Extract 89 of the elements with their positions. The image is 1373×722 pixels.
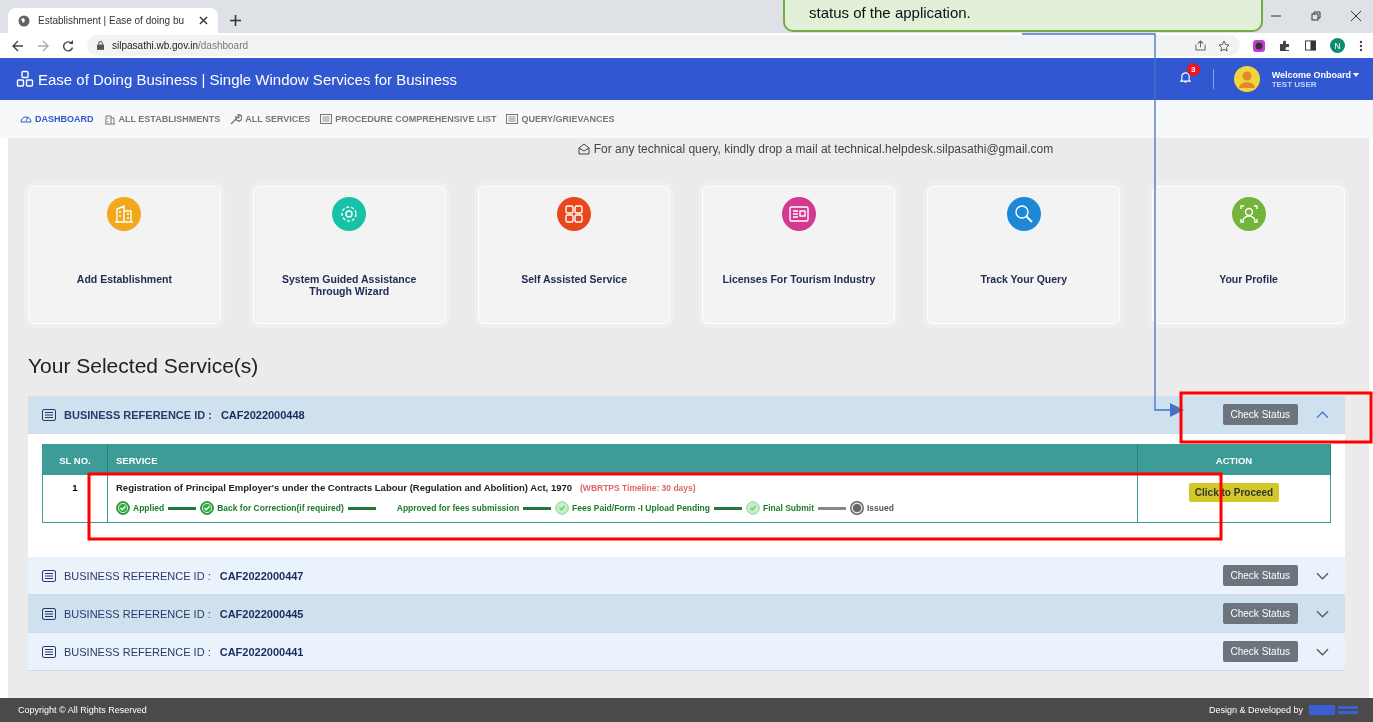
- step-label: Issued: [867, 503, 894, 513]
- reference-id: CAF2022000445: [219, 607, 304, 620]
- accordion-header[interactable]: BUSINESS REFERENCE ID : CAF2022000448 Check Status: [28, 396, 1345, 434]
- notice-text: For any technical query, kindly drop a mail at technical.helpdesk.silpasathi@gmail.com: [593, 142, 1054, 156]
- logo-icon: [16, 70, 34, 88]
- progress-connector: [818, 506, 846, 510]
- accordion-header[interactable]: BUSINESS REFERENCE ID : CAF2022000445 Check Status: [28, 595, 1345, 633]
- close-icon[interactable]: [1351, 11, 1361, 21]
- globe-icon: [18, 14, 30, 27]
- extension-icon[interactable]: [1253, 39, 1265, 52]
- callout-text: status of the application.: [809, 4, 971, 21]
- restore-icon[interactable]: [1311, 11, 1321, 21]
- star-icon[interactable]: [1218, 39, 1230, 52]
- reference-id: CAF2022000448: [220, 408, 305, 421]
- step-label: Applied: [133, 503, 165, 513]
- reference-id: CAF2022000447: [219, 569, 304, 582]
- step-label: Back for Correction(if required): [217, 503, 344, 513]
- check-circle-icon: [116, 501, 130, 515]
- user-name: TEST USER: [1271, 79, 1318, 89]
- step-label: Fees Paid/Form -I Upload Pending: [572, 503, 710, 513]
- nav-link[interactable]: ALL SERVICES: [230, 113, 311, 125]
- reload-icon[interactable]: [62, 39, 74, 52]
- reference-id: CAF2022000441: [219, 645, 304, 658]
- pending-circle-icon: [850, 501, 864, 515]
- progress-connector: [347, 506, 376, 510]
- developer-logo-icon: [1309, 704, 1359, 716]
- timeline-note: (WBRTPS Timeline: 30 days): [580, 482, 696, 493]
- service-name: Registration of Principal Employer's under the Contracts Labour (Regulation and Abolition) Act, 1970: [116, 482, 573, 493]
- check-status-button[interactable]: Check Status: [1222, 565, 1298, 586]
- column-header: SL NO.: [42, 444, 108, 475]
- nav-link[interactable]: PROCEDURE COMPREHENSIVE LIST: [320, 113, 497, 125]
- progress-connector: [523, 506, 552, 510]
- check-status-button[interactable]: Check Status: [1222, 603, 1298, 624]
- address-field[interactable]: silpasathi.wb.gov.in/dashboard: [87, 35, 1240, 56]
- menu-icon[interactable]: [1359, 39, 1363, 52]
- serial-number: 1: [72, 482, 78, 493]
- chevron-icon[interactable]: [1316, 647, 1329, 656]
- reference-label: BUSINESS REFERENCE ID :: [64, 569, 211, 582]
- progress-connector: [714, 506, 742, 510]
- list-icon: [42, 408, 56, 421]
- building-icon: [103, 113, 116, 125]
- tab-title: Establishment | Ease of doing bu: [38, 15, 186, 26]
- check-status-button[interactable]: Check Status: [1222, 641, 1298, 662]
- sidebar-icon[interactable]: [1305, 40, 1316, 51]
- list-icon: [42, 569, 56, 582]
- new-tab-icon[interactable]: [230, 15, 241, 26]
- progress-connector: [168, 506, 197, 510]
- nav-link[interactable]: DASHBOARD: [20, 113, 94, 125]
- reference-label: BUSINESS REFERENCE ID :: [64, 408, 212, 421]
- list-icon: [42, 607, 56, 620]
- close-icon[interactable]: [199, 16, 208, 25]
- check-status-button[interactable]: Check Status: [1222, 404, 1298, 425]
- check-circle-icon: [746, 501, 760, 515]
- notification-badge: 3: [1186, 63, 1200, 76]
- back-icon[interactable]: [12, 39, 24, 52]
- accordion-header[interactable]: BUSINESS REFERENCE ID : CAF2022000441 Check Status: [28, 633, 1345, 671]
- lock-icon: [97, 41, 104, 50]
- check-circle-icon: [555, 501, 570, 515]
- column-header: ACTION: [1137, 444, 1331, 475]
- gauge-icon: [20, 113, 32, 125]
- mail-icon: [577, 143, 590, 155]
- copyright-text: Copyright © All Rights Reserved: [18, 705, 147, 715]
- list-icon: [42, 645, 56, 658]
- share-icon[interactable]: [1195, 39, 1206, 51]
- profile-avatar[interactable]: N: [1330, 38, 1345, 53]
- step-label: Final Submit: [763, 503, 814, 513]
- nav-link[interactable]: QUERY/GRIEVANCES: [506, 113, 615, 125]
- reference-label: BUSINESS REFERENCE ID :: [64, 645, 211, 658]
- welcome-menu[interactable]: Welcome Onboard: [1271, 69, 1359, 80]
- app-title: Ease of Doing Business | Single Window Services for Business: [38, 70, 458, 88]
- wrench-icon: [230, 113, 243, 125]
- credit-text: Design & Developed by: [1208, 705, 1303, 715]
- reference-label: BUSINESS REFERENCE ID :: [64, 607, 211, 620]
- puzzle-icon[interactable]: [1279, 39, 1291, 52]
- check-circle-icon: [200, 501, 215, 515]
- column-header: SERVICE: [107, 444, 1138, 475]
- list-icon: [320, 113, 333, 125]
- browser-tab[interactable]: Establishment | Ease of doing bu: [8, 8, 218, 33]
- chevron-icon[interactable]: [1316, 410, 1329, 419]
- caret-icon: [1353, 72, 1359, 77]
- list-icon: [506, 113, 519, 125]
- accordion-header[interactable]: BUSINESS REFERENCE ID : CAF2022000447 Check Status: [28, 557, 1345, 595]
- section-title: Your Selected Service(s): [28, 354, 260, 378]
- bell-icon[interactable]: [1179, 71, 1191, 84]
- chevron-icon[interactable]: [1316, 609, 1329, 618]
- chevron-icon[interactable]: [1316, 571, 1329, 580]
- step-label: Approved for fees submission: [396, 503, 520, 513]
- nav-link[interactable]: ALL ESTABLISHMENTS: [103, 113, 221, 125]
- user-avatar-icon[interactable]: [1233, 66, 1260, 92]
